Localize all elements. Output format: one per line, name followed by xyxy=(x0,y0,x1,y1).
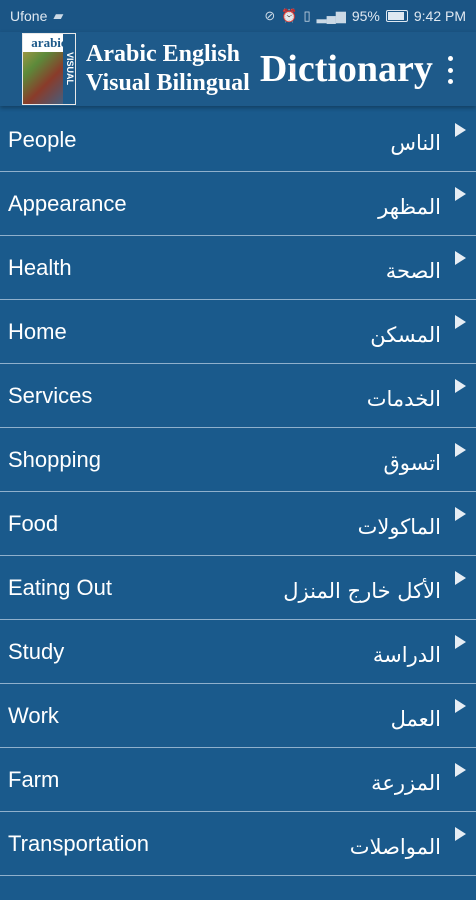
category-label-arabic: المزرعة xyxy=(371,770,441,795)
app-bar: arabic VISUAL Arabic English Visual Bili… xyxy=(0,32,476,106)
category-label-english: Farm xyxy=(8,766,60,792)
arrow-right-icon xyxy=(455,506,466,521)
data-saver-icon: ⊘ xyxy=(264,8,276,23)
overflow-menu-icon[interactable] xyxy=(438,56,462,84)
category-row[interactable]: Farm المزرعة xyxy=(0,748,476,812)
category-arabic-group: المظهر xyxy=(378,186,466,219)
category-arabic-group: الماكولات xyxy=(357,506,466,539)
category-label-english: Transportation xyxy=(8,830,150,856)
status-bar: Ufone ▰ ⊘ ⏰ ▯ ▂▄▆ 95% 9:42 PM xyxy=(0,0,476,32)
category-arabic-group: المزرعة xyxy=(371,762,466,795)
category-label-english: Health xyxy=(8,254,72,280)
category-arabic-group: المواصلات xyxy=(349,826,466,859)
arrow-right-icon xyxy=(455,570,466,585)
category-arabic-group: اتسوق xyxy=(383,442,466,475)
app-logo: arabic VISUAL xyxy=(22,33,76,105)
category-label-arabic: الخدمات xyxy=(366,386,441,411)
category-list: People الناس Appearance المظهر Health الصحة Ho… xyxy=(0,108,476,876)
arrow-right-icon xyxy=(455,698,466,713)
arrow-right-icon xyxy=(455,762,466,777)
category-row[interactable]: Health الصحة xyxy=(0,236,476,300)
category-row[interactable]: Study الدراسة xyxy=(0,620,476,684)
category-row[interactable]: Home المسكن xyxy=(0,300,476,364)
category-row[interactable]: Transportation المواصلات xyxy=(0,812,476,876)
arrow-right-icon xyxy=(455,634,466,649)
category-arabic-group: الأكل خارج المنزل xyxy=(283,570,466,603)
category-label-english: Home xyxy=(8,318,67,344)
category-label-arabic: الدراسة xyxy=(372,642,441,667)
arrow-right-icon xyxy=(455,122,466,137)
category-row[interactable]: Appearance المظهر xyxy=(0,172,476,236)
category-row[interactable]: Work العمل xyxy=(0,684,476,748)
battery-percent: 95% xyxy=(351,8,380,24)
category-row[interactable]: People الناس xyxy=(0,108,476,172)
arrow-right-icon xyxy=(455,186,466,201)
category-label-arabic: العمل xyxy=(390,706,441,731)
app-title: Arabic English Visual Bilingual xyxy=(86,40,250,98)
alarm-icon: ⏰ xyxy=(281,8,298,23)
category-label-english: People xyxy=(8,126,77,152)
category-label-english: Food xyxy=(8,510,59,536)
arrow-right-icon xyxy=(455,250,466,265)
title-line-2: Visual Bilingual xyxy=(86,70,250,96)
category-label-arabic: الأكل خارج المنزل xyxy=(283,578,441,603)
category-arabic-group: المسكن xyxy=(370,314,466,347)
battery-icon xyxy=(385,10,408,22)
arrow-right-icon xyxy=(455,378,466,393)
vibrate-icon: ▯ xyxy=(303,8,311,23)
category-label-english: Work xyxy=(8,702,59,728)
status-right: ⊘ ⏰ ▯ ▂▄▆ 95% 9:42 PM xyxy=(264,8,466,24)
arrow-right-icon xyxy=(455,826,466,841)
category-label-english: Eating Out xyxy=(8,574,112,600)
category-label-english: Shopping xyxy=(8,446,101,472)
category-label-arabic: الماكولات xyxy=(357,514,441,539)
category-row[interactable]: Services الخدمات xyxy=(0,364,476,428)
category-arabic-group: الخدمات xyxy=(366,378,466,411)
clock: 9:42 PM xyxy=(413,8,466,24)
app-title-dictionary: Dictionary xyxy=(259,48,433,90)
category-arabic-group: الناس xyxy=(390,122,466,155)
category-label-english: Services xyxy=(8,382,93,408)
category-row[interactable]: Food الماكولات xyxy=(0,492,476,556)
category-label-arabic: المسكن xyxy=(370,322,441,347)
category-row[interactable]: Shopping اتسوق xyxy=(0,428,476,492)
carrier-label: Ufone xyxy=(10,8,48,24)
category-label-arabic: المواصلات xyxy=(349,834,441,859)
category-label-english: Study xyxy=(8,638,65,664)
signal-icon: ▂▄▆ xyxy=(316,8,346,23)
category-arabic-group: العمل xyxy=(390,698,466,731)
status-left: Ufone ▰ xyxy=(10,8,63,24)
category-arabic-group: الدراسة xyxy=(372,634,466,667)
title-line-1: Arabic English xyxy=(86,41,241,67)
category-label-arabic: الناس xyxy=(390,130,441,155)
category-label-arabic: المظهر xyxy=(378,194,441,219)
video-icon: ▰ xyxy=(53,8,64,23)
category-label-english: Appearance xyxy=(8,190,127,216)
category-label-arabic: الصحة xyxy=(385,258,441,283)
arrow-right-icon xyxy=(455,314,466,329)
category-label-arabic: اتسوق xyxy=(383,450,441,475)
category-arabic-group: الصحة xyxy=(385,250,466,283)
logo-side-text: VISUAL xyxy=(63,34,75,104)
arrow-right-icon xyxy=(455,442,466,457)
category-row[interactable]: Eating Out الأكل خارج المنزل xyxy=(0,556,476,620)
